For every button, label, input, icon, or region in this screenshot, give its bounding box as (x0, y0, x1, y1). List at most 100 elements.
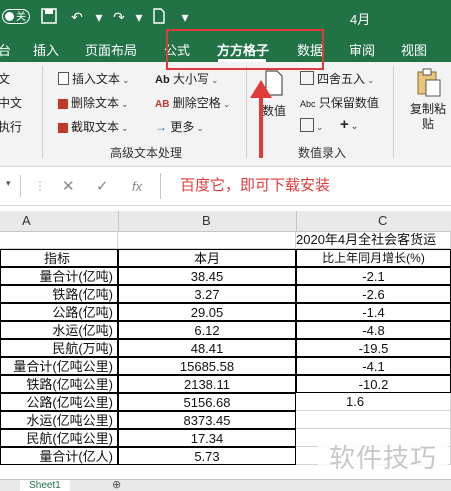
cell-c9[interactable]: -10.2 (296, 375, 451, 393)
autosave-toggle[interactable]: 关 (2, 9, 30, 24)
ribbon-left-item-3[interactable]: 执行 (0, 118, 22, 135)
case-icon: Ab (155, 74, 170, 86)
formula-input[interactable]: 百度它，即可下载安装 (180, 174, 330, 195)
cell-a13[interactable]: 量合计(亿人) (0, 447, 118, 465)
cell-a2[interactable]: 指标 (0, 249, 118, 267)
cell-c8[interactable]: -4.1 (296, 357, 451, 375)
ribbon-separator (42, 66, 43, 158)
edit-icon (300, 118, 314, 132)
round-icon (300, 71, 314, 85)
plus-icon[interactable]: + ⌄ (340, 116, 358, 133)
cell-a8[interactable]: 量合计(亿吨公里) (0, 357, 118, 375)
ribbon-panel: 文 中文 执行 插入文本 ⌄ 删除文本 ⌄ 截取文本 ⌄ Ab 大小写 ⌄ AB 删除空… (0, 62, 451, 167)
tab-page-layout[interactable]: 页面布局 (85, 40, 137, 59)
cell-b11[interactable]: 8373.45 (118, 411, 296, 429)
undo-dropdown-icon[interactable]: ▾ (90, 8, 108, 26)
cell-b8[interactable]: 15685.58 (118, 357, 296, 375)
cell-a1[interactable] (0, 231, 118, 249)
cell-b1[interactable] (118, 231, 296, 249)
clipboard-icon (417, 68, 441, 97)
vertical-dots-icon: ⋮ (34, 179, 46, 193)
case-button[interactable]: Ab 大小写 ⌄ (155, 70, 219, 87)
cell-b7[interactable]: 48.41 (118, 339, 296, 357)
name-box[interactable]: ▾ (0, 175, 21, 197)
insert-text-icon (58, 72, 69, 85)
document-icon[interactable] (150, 8, 168, 26)
cell-c4[interactable]: -2.6 (296, 285, 451, 303)
tab-home[interactable]: 台 (0, 40, 11, 59)
sheet-bar: Sheet1 ⊕ (0, 479, 451, 491)
more-button[interactable]: → 更多 ⌄ (155, 118, 204, 135)
cancel-icon[interactable]: ✕ (62, 177, 75, 195)
cell-c5[interactable]: -1.4 (296, 303, 451, 321)
cell-b3[interactable]: 38.45 (118, 267, 296, 285)
cell-a10[interactable]: 公路(亿吨公里) (0, 393, 118, 411)
cell-b13[interactable]: 5.73 (118, 447, 296, 465)
customize-icon[interactable]: ▾ (176, 8, 194, 26)
cell-a5[interactable]: 公路(亿吨) (0, 303, 118, 321)
cell-a11[interactable]: 水运(亿吨公里) (0, 411, 118, 429)
cell-c11[interactable] (296, 411, 451, 429)
cell-b5[interactable]: 29.05 (118, 303, 296, 321)
column-header-a[interactable]: A (22, 213, 31, 228)
text-group-label: 高级文本处理 (110, 146, 183, 160)
insert-text-button[interactable]: 插入文本 ⌄ (58, 70, 130, 87)
column-border (296, 211, 297, 231)
edit-button[interactable]: ⌄ (300, 118, 324, 133)
delete-space-icon: AB (155, 99, 170, 110)
arrow-right-icon: → (155, 120, 167, 134)
copy-paste-button[interactable]: 复制粘贴 (408, 68, 448, 132)
ribbon-left-item-1[interactable]: 文 (0, 70, 10, 87)
cut-text-icon (58, 123, 68, 133)
ribbon-separator (393, 66, 394, 158)
cell-c10[interactable]: 1.6 (296, 393, 451, 411)
tab-view[interactable]: 视图 (401, 40, 427, 59)
ribbon-separator (246, 66, 247, 158)
cell-b6[interactable]: 6.12 (118, 321, 296, 339)
undo-icon[interactable]: ↶ (68, 8, 86, 26)
cell-c1[interactable]: 2020年4月全社会客货运 (296, 231, 451, 249)
cell-b12[interactable]: 17.34 (118, 429, 296, 447)
cell-c3[interactable]: -2.1 (296, 267, 451, 285)
column-border (118, 211, 119, 231)
confirm-icon[interactable]: ✓ (96, 177, 109, 195)
column-header-c[interactable]: C (378, 213, 387, 228)
cell-c7[interactable]: -19.5 (296, 339, 451, 357)
fx-icon[interactable]: fx (132, 179, 142, 194)
highlight-box (166, 29, 324, 70)
cell-a12[interactable]: 民航(亿吨公里) (0, 429, 118, 447)
cell-a4[interactable]: 铁路(亿吨) (0, 285, 118, 303)
document-title: 4月 (350, 12, 371, 27)
cell-b4[interactable]: 3.27 (118, 285, 296, 303)
cell-b10[interactable]: 5156.68 (118, 393, 296, 411)
cell-a7[interactable]: 民航(万吨) (0, 339, 118, 357)
cell-b9[interactable]: 2138.11 (118, 375, 296, 393)
tab-review[interactable]: 审阅 (349, 40, 375, 59)
sheet-tab[interactable]: Sheet1 (20, 480, 70, 491)
redo-dropdown-icon[interactable]: ▾ (130, 8, 148, 26)
round-button[interactable]: 四舍五入 ⌄ (300, 70, 375, 87)
tab-insert[interactable]: 插入 (33, 40, 59, 59)
annotation-arrow (259, 96, 263, 158)
watermark: 软件技巧 (318, 438, 448, 478)
formula-bar: ▾ ⋮ ✕ ✓ fx 百度它，即可下载安装 (0, 167, 451, 206)
abc-icon: Abc (300, 99, 316, 109)
cell-c2[interactable]: 比上年同月增长(%) (296, 249, 451, 267)
autosave-label: 关 (16, 12, 26, 23)
redo-icon[interactable]: ↷ (110, 8, 128, 26)
autosave-knob (5, 12, 14, 21)
cell-a3[interactable]: 量合计(亿吨) (0, 267, 118, 285)
delete-space-button[interactable]: AB 删除空格 ⌄ (155, 94, 230, 111)
column-headers: A B C (0, 211, 451, 232)
cut-text-button[interactable]: 截取文本 ⌄ (58, 118, 129, 135)
cell-c6[interactable]: -4.8 (296, 321, 451, 339)
cell-a6[interactable]: 水运(亿吨) (0, 321, 118, 339)
cell-b2[interactable]: 本月 (118, 249, 296, 267)
ribbon-left-item-2[interactable]: 中文 (0, 94, 22, 111)
cell-a9[interactable]: 铁路(亿吨公里) (0, 375, 118, 393)
column-header-b[interactable]: B (202, 213, 211, 228)
delete-text-button[interactable]: 删除文本 ⌄ (58, 94, 129, 111)
add-sheet-icon[interactable]: ⊕ (112, 478, 121, 491)
save-icon[interactable] (40, 8, 58, 26)
keep-value-button[interactable]: Abc 只保留数值 (300, 94, 379, 111)
